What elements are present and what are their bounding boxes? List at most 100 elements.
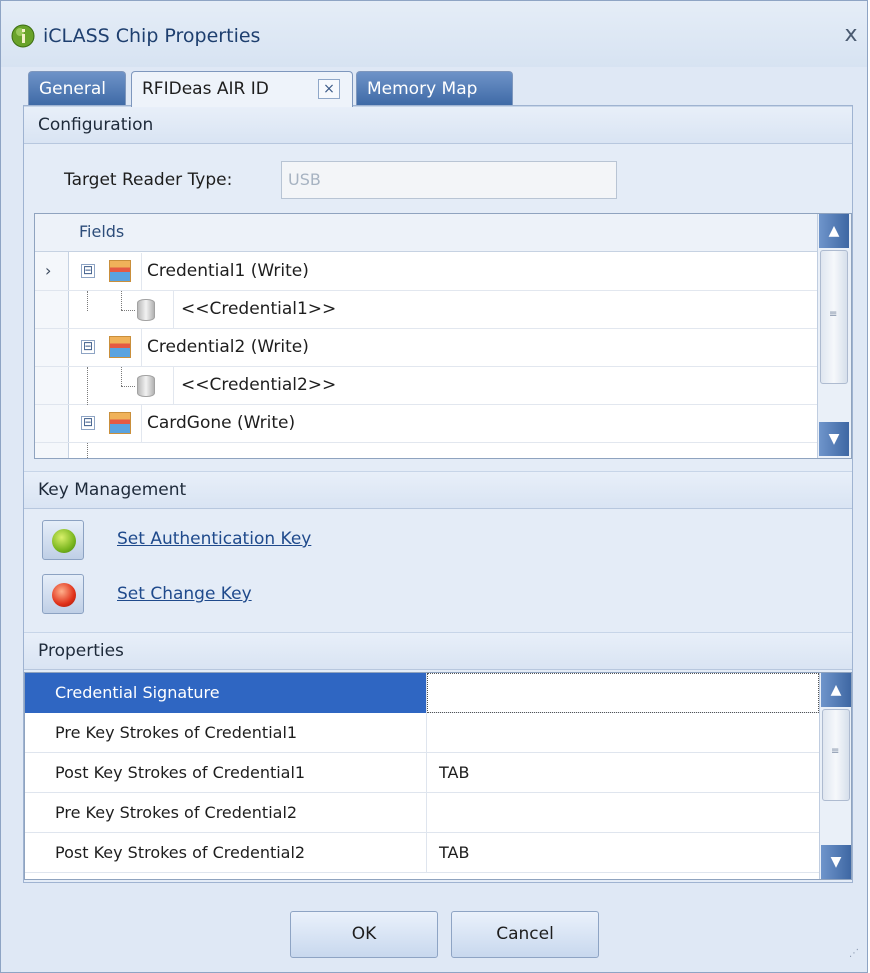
property-value[interactable]	[427, 793, 819, 833]
green-key-icon	[52, 529, 76, 553]
title-bar[interactable]: iCLASS Chip Properties x	[1, 1, 867, 67]
arrow-up-icon: ▲	[828, 223, 840, 239]
set-authentication-key-link[interactable]: Set Authentication Key	[117, 529, 311, 549]
tree-node-label: Credential1 (Write)	[147, 261, 309, 281]
tree-row[interactable]: <<Credential1>>	[69, 291, 817, 329]
tree-node-label: <<Credential2>>	[181, 375, 337, 395]
collapse-icon[interactable]: ⊟	[81, 340, 95, 354]
tree-connector	[87, 443, 88, 458]
target-reader-label: Target Reader Type:	[64, 170, 233, 190]
cancel-button[interactable]: Cancel	[451, 911, 599, 958]
close-button[interactable]: x	[839, 23, 863, 47]
scroll-up-button[interactable]: ▲	[819, 214, 849, 248]
row-selector[interactable]	[35, 329, 69, 367]
window-title: iCLASS Chip Properties	[43, 25, 261, 47]
credential-node-icon	[109, 336, 131, 358]
resize-grip-icon[interactable]: ⋰	[849, 949, 867, 969]
property-value[interactable]	[427, 673, 819, 713]
close-icon: ×	[323, 81, 335, 97]
scroll-down-button[interactable]: ▼	[819, 422, 849, 456]
property-name: Post Key Strokes of Credential2	[25, 833, 427, 873]
tree-connector	[121, 310, 135, 311]
cell-divider	[141, 405, 142, 443]
grip-icon: ≡	[829, 309, 838, 320]
collapse-icon[interactable]: ⊟	[81, 416, 95, 430]
property-row[interactable]: Pre Key Strokes of Credential2	[25, 793, 819, 833]
tree-node-label: <<Credential1>>	[181, 299, 337, 319]
row-selector[interactable]	[35, 367, 69, 405]
tree-row[interactable]: ⊟ CardGone (Write)	[69, 405, 817, 443]
property-name: Pre Key Strokes of Credential1	[25, 713, 427, 753]
property-row[interactable]: Post Key Strokes of Credential2 TAB	[25, 833, 819, 873]
tree-row[interactable]: <<Credential2>>	[69, 367, 817, 405]
info-leaf-icon	[11, 24, 35, 48]
collapse-icon[interactable]: ⊟	[81, 264, 95, 278]
tree-row[interactable]: ⊟ Credential2 (Write)	[69, 329, 817, 367]
database-icon	[137, 375, 155, 397]
property-value[interactable]: TAB	[427, 753, 819, 793]
tree-node-label: CardGone (Write)	[147, 413, 296, 433]
ok-button[interactable]: OK	[290, 911, 438, 958]
fields-header-label: Fields	[79, 222, 125, 241]
fields-tree-grid[interactable]: Fields › ⊟ Credential1 (Write) <<Credent…	[34, 213, 852, 459]
scroll-up-button[interactable]: ▲	[821, 673, 851, 707]
set-change-key-button[interactable]	[42, 574, 84, 614]
key-management-header: Key Management	[24, 471, 852, 509]
properties-scrollbar[interactable]: ▲ ≡ ▼	[819, 673, 851, 879]
scroll-thumb[interactable]: ≡	[822, 709, 850, 801]
red-key-icon	[52, 583, 76, 607]
configuration-header: Configuration	[24, 106, 852, 144]
row-selector[interactable]	[35, 291, 69, 329]
fields-column-header[interactable]: Fields	[35, 214, 817, 252]
dialog-window: iCLASS Chip Properties x General RFIDeas…	[0, 0, 868, 973]
grip-icon: ≡	[831, 746, 840, 757]
property-value[interactable]	[427, 713, 819, 753]
close-icon: x	[844, 22, 858, 47]
database-icon	[137, 299, 155, 321]
row-selector[interactable]: ›	[35, 253, 69, 291]
row-selector[interactable]	[35, 405, 69, 443]
current-row-arrow-icon: ›	[45, 261, 52, 280]
tree-connector	[121, 367, 122, 386]
properties-grid[interactable]: Credential Signature Pre Key Strokes of …	[24, 672, 852, 880]
cell-divider	[173, 367, 174, 405]
tab-label: RFIDeas AIR ID	[142, 79, 269, 99]
tree-connector	[87, 291, 88, 311]
property-value[interactable]: TAB	[427, 833, 819, 873]
tree-connector	[121, 386, 135, 387]
scroll-down-button[interactable]: ▼	[821, 845, 851, 879]
cell-divider	[173, 291, 174, 329]
tab-memory-map[interactable]: Memory Map	[356, 71, 513, 105]
tree-row[interactable]: ⊟ Credential1 (Write)	[69, 253, 817, 291]
cell-divider	[141, 253, 142, 291]
fields-scrollbar[interactable]: ▲ ≡ ▼	[817, 214, 851, 458]
property-row[interactable]: Pre Key Strokes of Credential1	[25, 713, 819, 753]
target-reader-input[interactable]: USB	[281, 161, 617, 199]
tree-connector	[121, 291, 122, 310]
credential-node-icon	[109, 412, 131, 434]
tab-general[interactable]: General	[28, 71, 126, 105]
tab-rfideas-air-id[interactable]: RFIDeas AIR ID ×	[131, 71, 353, 107]
set-change-key-link[interactable]: Set Change Key	[117, 584, 252, 604]
tree-node-label: Credential2 (Write)	[147, 337, 309, 357]
property-name: Pre Key Strokes of Credential2	[25, 793, 427, 833]
cell-divider	[141, 329, 142, 367]
section-title: Configuration	[38, 115, 154, 135]
tab-close-button[interactable]: ×	[318, 79, 340, 99]
tab-label: Memory Map	[367, 79, 478, 99]
tab-label: General	[39, 79, 106, 99]
arrow-down-icon: ▼	[828, 431, 840, 447]
properties-header: Properties	[24, 632, 852, 670]
credential-node-icon	[109, 260, 131, 282]
property-row[interactable]: Credential Signature	[25, 673, 819, 713]
set-authentication-key-button[interactable]	[42, 520, 84, 560]
property-name: Credential Signature	[25, 673, 427, 713]
tab-content-panel: Configuration Target Reader Type: USB Fi…	[23, 105, 853, 883]
property-name: Post Key Strokes of Credential1	[25, 753, 427, 793]
scroll-thumb[interactable]: ≡	[820, 250, 848, 384]
target-reader-value: USB	[288, 170, 321, 189]
section-title: Key Management	[38, 480, 187, 500]
property-row[interactable]: Post Key Strokes of Credential1 TAB	[25, 753, 819, 793]
tree-connector	[87, 367, 88, 405]
section-title: Properties	[38, 641, 124, 661]
